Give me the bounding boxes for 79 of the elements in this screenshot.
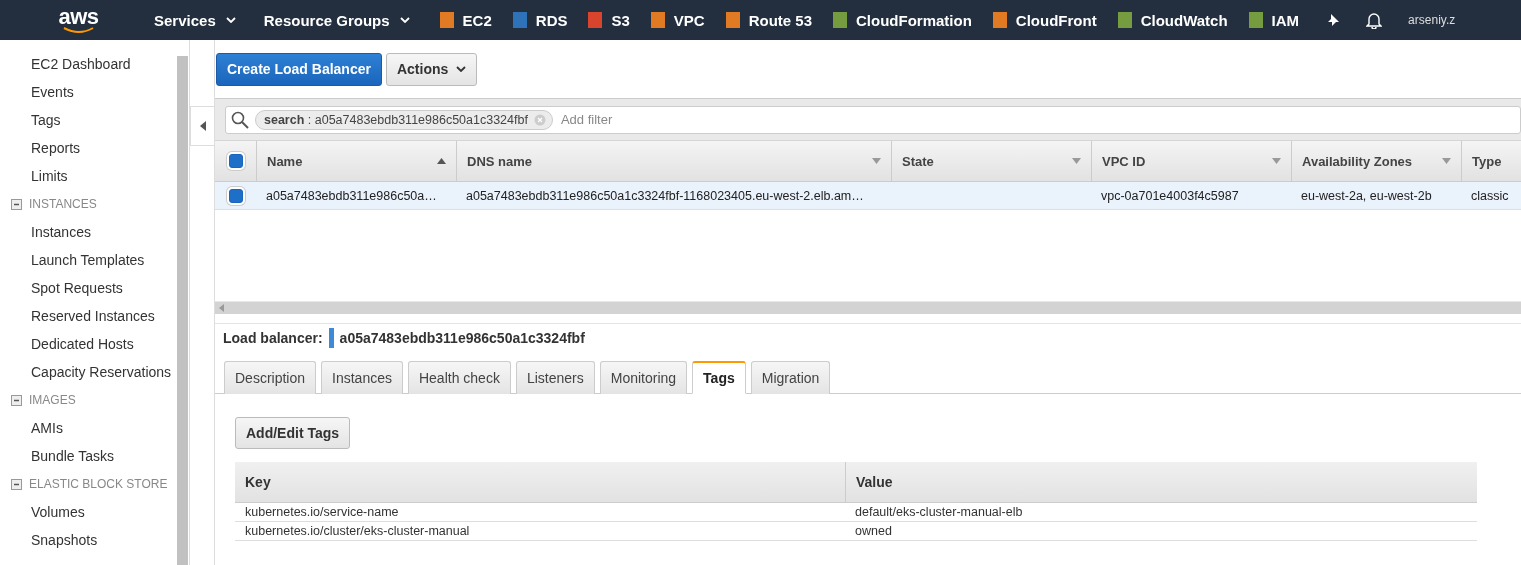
bell-icon[interactable] <box>1366 11 1383 29</box>
sidebar-link[interactable]: Dedicated Hosts <box>0 330 177 358</box>
service-link[interactable]: CloudFormation <box>831 10 972 30</box>
sidebar-link[interactable]: AMIs <box>0 414 177 442</box>
sidebar-link[interactable]: Reports <box>0 134 177 162</box>
table-cell-text: vpc-0a701e4003f4c5987 <box>1100 188 1240 203</box>
table-cell: default/eks-cluster-manual-elb <box>845 503 1477 522</box>
column-header[interactable]: DNS name <box>456 141 891 181</box>
filter-field[interactable]: search : a05a7483ebdb311e986c50a1c3324fbf Add filter <box>225 105 1521 134</box>
caret-icon <box>456 66 467 72</box>
detail-label: Load balancer: <box>223 330 323 346</box>
service-link[interactable]: CloudFront <box>990 10 1097 30</box>
sidebar-link[interactable]: Volumes <box>0 498 177 526</box>
tab[interactable]: Monitoring <box>599 361 688 394</box>
sidebar-link[interactable]: EC2 Dashboard <box>0 50 177 78</box>
search-icon <box>231 110 249 129</box>
column-header[interactable]: Type <box>1461 141 1521 181</box>
tab[interactable]: Description <box>224 361 317 394</box>
chevron-down-icon <box>225 17 236 23</box>
sidebar-link[interactable]: Instances <box>0 218 177 246</box>
collapse-icon[interactable] <box>11 198 22 210</box>
nav-menu[interactable]: Resource Groups <box>263 11 410 29</box>
sidebar-link[interactable]: Reserved Instances <box>0 302 177 330</box>
chevron-down-icon <box>399 17 410 23</box>
column-header[interactable]: VPC ID <box>1091 141 1291 181</box>
sidebar-link[interactable]: Bundle Tasks <box>0 442 177 470</box>
sidebar-link[interactable]: Events <box>0 78 177 106</box>
sidebar-link[interactable]: Launch Templates <box>0 246 177 274</box>
pin-icon[interactable] <box>1326 13 1341 27</box>
caret-left-icon <box>199 121 206 131</box>
section-heading: ELASTIC BLOCK STORE <box>29 477 168 491</box>
service-link[interactable]: EC2 <box>437 10 492 30</box>
table-cell-text: a05a7483ebdb311e986c50a… <box>265 188 438 203</box>
table-row[interactable]: a05a7483ebdb311e986c50a… a05a7483ebdb311e986c50a1c3324fbf-1168023405.eu-west-2.elb.am… vpc-0a701e4003f4c5987 eu-west-2a, eu-west-2b classic <box>215 182 1521 210</box>
create-load-balancer-button[interactable]: Create Load Balancer <box>216 52 382 86</box>
service-link[interactable]: RDS <box>510 10 568 30</box>
select-all-checkbox[interactable] <box>228 154 243 168</box>
sidebar-link[interactable]: Limits <box>0 162 177 190</box>
sidebar-link[interactable]: Capacity Reservations <box>0 358 177 386</box>
tab[interactable]: Health check <box>407 361 511 394</box>
collapse-icon[interactable] <box>11 478 22 490</box>
section-heading: INSTANCES <box>29 197 97 211</box>
nav-menu[interactable]: Services <box>154 11 236 29</box>
collapse-icon[interactable] <box>11 394 22 406</box>
service-link[interactable]: CloudWatch <box>1115 10 1228 30</box>
tab[interactable]: Migration <box>750 361 831 394</box>
tab[interactable]: Listeners <box>515 361 595 394</box>
section-heading: IMAGES <box>29 393 76 407</box>
sidebar-link[interactable]: Tags <box>0 106 177 134</box>
load-balancer-name: a05a7483ebdb311e986c50a1c3324fbf <box>339 330 585 346</box>
column-header: Key <box>235 462 845 503</box>
tab[interactable]: Tags <box>692 361 746 394</box>
actions-button[interactable]: Actions <box>385 52 478 86</box>
aws-logo[interactable]: aws <box>58 6 99 27</box>
table-cell: kubernetes.io/cluster/eks-cluster-manual <box>235 522 845 541</box>
column-header[interactable]: Availability Zones <box>1291 141 1461 181</box>
collapse-tab[interactable] <box>190 106 214 146</box>
status-marker <box>328 328 334 348</box>
service-link[interactable]: VPC <box>648 10 705 30</box>
table-cell-text: classic <box>1470 188 1510 203</box>
table-cell-text: a05a7483ebdb311e986c50a1c3324fbf-1168023405.eu-west-2.elb.am… <box>465 188 865 203</box>
column-header: Value <box>845 462 1477 503</box>
filter-token[interactable]: search : a05a7483ebdb311e986c50a1c3324fbf <box>255 109 553 130</box>
service-link[interactable]: IAM <box>1246 10 1300 30</box>
sidebar-link[interactable]: Snapshots <box>0 526 177 554</box>
sidebar-link[interactable]: Spot Requests <box>0 274 177 302</box>
column-header[interactable]: State <box>891 141 1091 181</box>
column-header[interactable]: Name <box>256 141 456 181</box>
user-menu[interactable]: arseniy.z <box>1408 13 1456 27</box>
add-edit-tags-button[interactable]: Add/Edit Tags <box>235 417 351 449</box>
service-link[interactable]: S3 <box>586 10 630 30</box>
service-link[interactable]: Route 53 <box>723 10 813 30</box>
scrollbar[interactable] <box>177 56 188 565</box>
table-cell-text: eu-west-2a, eu-west-2b <box>1300 188 1433 203</box>
row-checkbox[interactable] <box>228 188 243 203</box>
horizontal-scrollbar[interactable] <box>215 301 1521 314</box>
table-cell: kubernetes.io/service-name <box>235 503 845 522</box>
tab[interactable]: Instances <box>321 361 403 394</box>
table-cell: owned <box>845 522 1477 541</box>
